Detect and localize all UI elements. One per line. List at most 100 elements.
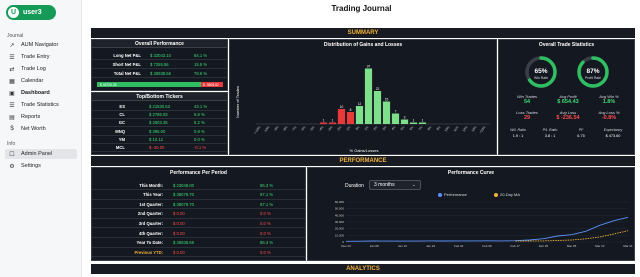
sidebar-item-admin-panel[interactable]: ☐ Admin Panel — [5, 149, 77, 159]
y-tick-label: 40,000 — [335, 213, 345, 217]
table-row: Previous YTD: $ 0.00 0.0 % — [92, 248, 305, 258]
panel-title: Top/Bottom Tickers — [92, 93, 227, 101]
loss-bar: $ -9808.62 — [201, 82, 223, 87]
y-tick-label: 30,000 — [335, 220, 345, 224]
bar-11 — [355, 106, 364, 124]
main-content: Trading Journal SUMMARY Overall Performa… — [83, 0, 640, 277]
x-tick-label: Feb 17 — [511, 244, 521, 248]
list-icon: ☰ — [9, 102, 15, 109]
performance-curve-panel: Performance Curve Duration 3 months ⌄ Pe… — [307, 167, 635, 261]
x-tick-label: Mar 13 — [595, 244, 605, 248]
section-label-journal: Journal — [7, 33, 24, 39]
stat-label: Expectancy — [603, 128, 623, 132]
bar-9 — [337, 109, 346, 124]
table-row: MNQ $ 395.00 0.8 % — [92, 128, 227, 136]
report-icon: ▤ — [9, 114, 15, 121]
performance-period-panel: Performance Per Period This Month: $ 2304… — [91, 167, 306, 261]
bar-value-label: 3 — [404, 116, 406, 120]
table-row: This Year: $ 38079.70 97.1 % — [92, 191, 305, 200]
stat-value: 54 — [523, 99, 531, 105]
user-menu[interactable]: U user3 — [6, 5, 56, 20]
x-tick-label: Dec 20 — [341, 244, 351, 248]
admin-icon: ☐ — [9, 151, 15, 158]
sidebar-item-settings[interactable]: ⚙ Settings — [5, 161, 77, 171]
user-name: user3 — [23, 9, 42, 16]
bar-value-label: 1 — [332, 119, 334, 123]
bar-13 — [373, 91, 382, 124]
x-tick-label: Feb 01 — [454, 244, 464, 248]
bar-value-label: 7 — [395, 110, 397, 114]
avatar: U — [8, 7, 19, 18]
x-tick-label: Mar 05 — [567, 244, 577, 248]
performance-curve-chart: 010,00020,00030,00040,00050,00060,000Dec… — [335, 200, 633, 248]
win-rate-pct: 65% — [534, 68, 547, 75]
y-tick-label: 10,000 — [335, 233, 345, 237]
panel-title: Performance Per Period — [170, 170, 227, 176]
y-tick-label: 60,000 — [335, 200, 345, 204]
x-tick-label: 6% — [409, 125, 415, 131]
stat-value: $ -236.54 — [556, 115, 580, 121]
bar-7 — [319, 122, 328, 124]
calendar-icon: ▦ — [9, 78, 15, 85]
bar-18 — [418, 122, 427, 124]
section-performance: PERFORMANCE — [91, 156, 635, 166]
y-tick-label: 20,000 — [335, 227, 345, 231]
stat-value: $ 473.60 — [605, 134, 621, 138]
sidebar-item-net-worth[interactable]: $ Net Worth — [5, 124, 77, 134]
sidebar-item-trade-log[interactable]: ⇄ Trade Log — [5, 64, 77, 74]
stat-label: PF — [578, 128, 584, 132]
x-tick-label: -10% — [263, 125, 270, 133]
x-tick-label: <-10% — [253, 125, 261, 135]
stat-label: P/L Ratio — [542, 128, 558, 132]
sidebar-item-aum-navigator[interactable]: ↗ AUM Navigator — [5, 40, 77, 50]
win-rate-label: Win Rate — [534, 76, 548, 80]
table-row: 3rd Quarter: $ 0.00 0.0 % — [92, 219, 305, 229]
page-title: Trading Journal — [331, 4, 392, 13]
bar-12 — [364, 68, 373, 124]
distribution-chart: Number of Trades % Gains/Losses <-10% -10… — [235, 65, 490, 153]
bar-value-label: 1 — [422, 119, 424, 123]
section-analytics: ANALYTICS — [91, 264, 635, 274]
x-tick-label: Feb 25 — [539, 244, 549, 248]
x-tick-label: 1% — [364, 125, 370, 131]
x-tick-label: -2% — [336, 125, 343, 132]
sidebar-item-trade-entry[interactable]: ☰ Trade Entry — [5, 52, 77, 62]
x-tick-label: Feb 09 — [482, 244, 492, 248]
table-row: This Month: $ 23049.00 86.3 % — [92, 181, 305, 190]
x-tick-label: >13% — [479, 125, 487, 134]
table-row: Year To Date: $ 36938.66 86.3 % — [92, 239, 305, 248]
x-axis-label: % Gains/Losses — [350, 148, 379, 153]
table-row: CL $ 2786.03 5.6 % — [92, 111, 227, 119]
x-tick-label: -6% — [300, 125, 307, 132]
table-row: 1st Quarter: $ 38079.70 97.1 % — [92, 200, 305, 210]
x-tick-label: Jan 16 — [398, 244, 407, 248]
x-tick-label: -9% — [273, 125, 280, 132]
sidebar-item-dashboard[interactable]: ▣ Dashboard — [5, 88, 77, 98]
table-row: YM $ 10.12 0.0 % — [92, 136, 227, 144]
x-tick-label: 10% — [444, 125, 451, 132]
sidebar-item-trade-statistics[interactable]: ☰ Trade Statistics — [5, 100, 77, 110]
table-row: Short Net P&L $ 7255.56 15.5 % — [92, 61, 227, 69]
sidebar-item-calendar[interactable]: ▦ Calendar — [5, 76, 77, 86]
gear-icon: ⚙ — [9, 163, 15, 170]
bar-value-label: 22 — [376, 87, 380, 91]
bar-17 — [409, 122, 418, 124]
section-label-info: Info — [7, 141, 16, 147]
x-tick-label: 4% — [391, 125, 397, 131]
bar-16 — [400, 119, 409, 124]
stat-value: $ 654.43 — [557, 99, 579, 105]
x-tick-label: 11% — [453, 125, 460, 132]
table-row: Long Net P&L $ 32043.10 84.1 % — [92, 52, 227, 60]
bar-value-label: 15 — [385, 98, 389, 102]
table-row: ES $ 21530.63 43.1 % — [92, 103, 227, 111]
stat-value: 6.75 — [577, 134, 585, 138]
x-tick-label: 0% — [355, 125, 361, 131]
x-tick-label: -8% — [282, 125, 289, 132]
profit-rate-label: Profit Rate — [585, 76, 601, 80]
x-tick-label: Jan 24 — [426, 244, 435, 248]
x-tick-label: 7% — [418, 125, 424, 131]
overall-performance-panel: Overall Performance Long Net P&L $ 32043… — [91, 39, 228, 91]
x-tick-label: Jan 08 — [370, 244, 379, 248]
distribution-panel: Distribution of Gains and Losses Number … — [229, 39, 497, 155]
sidebar-item-reports[interactable]: ▤ Reports — [5, 112, 77, 122]
